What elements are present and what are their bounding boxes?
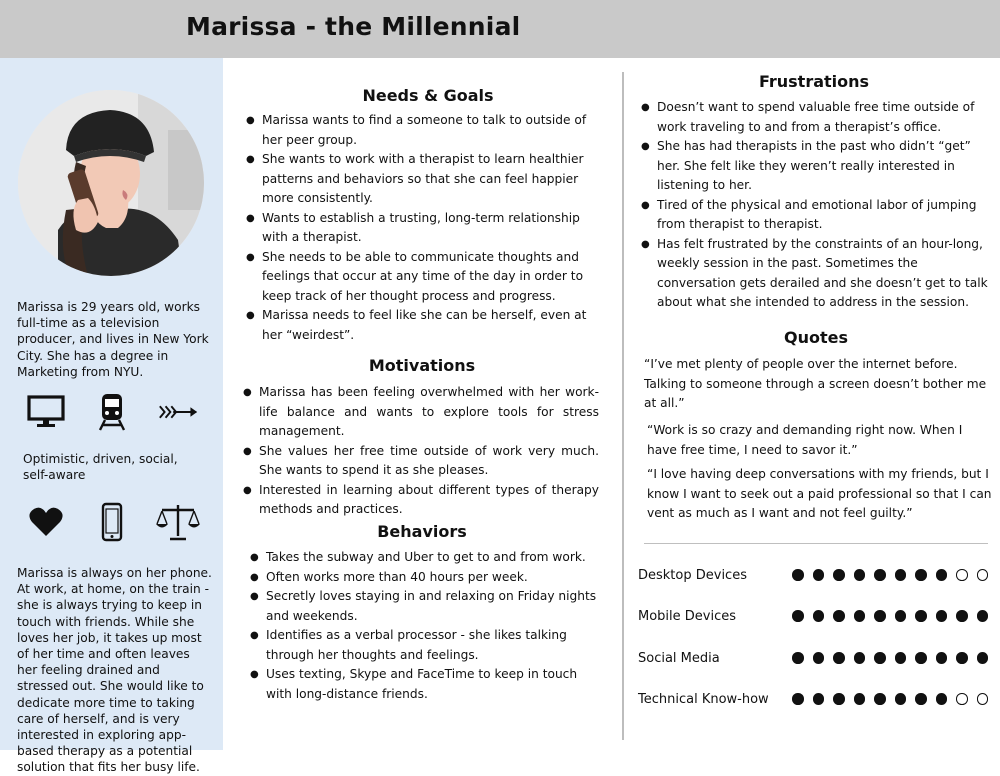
rating-dot-filled	[833, 569, 845, 581]
rating-dot-filled	[874, 652, 886, 664]
rating-row: Social Media	[638, 648, 988, 668]
needs-goals-list: Marissa wants to find a someone to talk …	[246, 111, 596, 345]
behaviors-heading: Behaviors	[377, 522, 467, 541]
persona-bio: Marissa is 29 years old, works full-time…	[17, 300, 209, 379]
rating-dot-filled	[874, 610, 886, 622]
rating-dot-filled	[915, 569, 927, 581]
quote-item: “I love having deep conversations with m…	[647, 467, 992, 520]
ratings-divider	[644, 543, 988, 544]
rating-row: Technical Know-how	[638, 689, 988, 709]
persona-traits: Optimistic, driven, social, self-aware	[23, 452, 178, 483]
rating-dot-empty	[956, 569, 968, 581]
rating-dot-filled	[935, 652, 947, 664]
rating-dot-filled	[812, 610, 824, 622]
rating-dots	[783, 652, 988, 664]
rating-dot-filled	[915, 610, 927, 622]
rating-label: Technical Know-how	[638, 691, 769, 707]
list-item: Identifies as a verbal processor - she l…	[250, 626, 598, 665]
rating-dot-filled	[792, 693, 804, 705]
arrow-icon	[156, 392, 200, 432]
rating-dot-filled	[853, 652, 865, 664]
list-item: Marissa has been feeling overwhelmed wit…	[243, 383, 599, 442]
rating-dot-filled	[812, 652, 824, 664]
icon-row-values	[24, 502, 200, 542]
list-item: Uses texting, Skype and FaceTime to keep…	[250, 665, 598, 704]
rating-dot-empty	[976, 569, 988, 581]
rating-dot-filled	[976, 652, 988, 664]
rating-dot-filled	[894, 569, 906, 581]
list-item: Interested in learning about different t…	[243, 481, 599, 520]
motivations-heading: Motivations	[368, 356, 476, 375]
smartphone-icon	[90, 502, 134, 542]
list-item: She needs to be able to communicate thou…	[246, 248, 596, 307]
rating-dot-filled	[894, 610, 906, 622]
rating-dot-filled	[935, 569, 947, 581]
rating-dot-filled	[833, 693, 845, 705]
list-item: Secretly loves staying in and relaxing o…	[250, 587, 598, 626]
rating-dot-filled	[915, 693, 927, 705]
list-item: She values her free time outside of work…	[243, 442, 599, 481]
heart-icon	[24, 502, 68, 542]
rating-dot-filled	[976, 610, 988, 622]
rating-dot-filled	[874, 693, 886, 705]
rating-dot-filled	[894, 693, 906, 705]
rating-dot-filled	[853, 693, 865, 705]
sidebar: Marissa is 29 years old, works full-time…	[0, 58, 223, 774]
rating-dot-filled	[792, 652, 804, 664]
quote-item: “I’ve met plenty of people over the inte…	[644, 357, 987, 410]
rating-dot-filled	[792, 610, 804, 622]
list-item: Marissa wants to find a someone to talk …	[246, 111, 596, 150]
motivations-list: Marissa has been feeling overwhelmed wit…	[243, 383, 599, 520]
rating-dot-filled	[853, 569, 865, 581]
persona-illustration	[18, 90, 204, 276]
list-item: Doesn’t want to spend valuable free time…	[641, 98, 989, 137]
list-item: She wants to work with a therapist to le…	[246, 150, 596, 209]
rating-dot-filled	[833, 610, 845, 622]
rating-row: Mobile Devices	[638, 606, 988, 626]
rating-label: Mobile Devices	[638, 608, 737, 624]
rating-label: Desktop Devices	[638, 567, 747, 583]
scales-icon	[156, 502, 200, 542]
rating-row: Desktop Devices	[638, 565, 988, 585]
rating-dot-empty	[976, 693, 988, 705]
rating-dot-filled	[915, 652, 927, 664]
list-item: Has felt frustrated by the constraints o…	[641, 235, 989, 313]
rating-dot-filled	[956, 610, 968, 622]
list-item: Takes the subway and Uber to get to and …	[250, 548, 598, 568]
rating-dot-filled	[956, 652, 968, 664]
rating-dot-filled	[853, 610, 865, 622]
rating-dot-filled	[833, 652, 845, 664]
list-item: Often works more than 40 hours per week.	[250, 568, 598, 588]
persona-story: Marissa is always on her phone. At work,…	[17, 566, 212, 775]
behaviors-list: Takes the subway and Uber to get to and …	[250, 548, 598, 704]
rating-dot-filled	[935, 693, 947, 705]
rating-dot-filled	[935, 610, 947, 622]
list-item: She has had therapists in the past who d…	[641, 137, 989, 196]
rating-dot-filled	[812, 569, 824, 581]
list-item: Wants to establish a trusting, long-term…	[246, 209, 596, 248]
rating-dot-filled	[874, 569, 886, 581]
quotes-heading: Quotes	[783, 328, 848, 347]
list-item: Tired of the physical and emotional labo…	[641, 196, 989, 235]
rating-dot-filled	[894, 652, 906, 664]
rating-label: Social Media	[638, 650, 720, 666]
rating-dot-filled	[812, 693, 824, 705]
rating-dot-filled	[792, 569, 804, 581]
persona-photo	[18, 90, 204, 276]
rating-dots	[783, 610, 988, 622]
needs-goals-heading: Needs & Goals	[362, 86, 494, 105]
frustrations-list: Doesn’t want to spend valuable free time…	[641, 98, 989, 313]
header-bar: Marissa - the Millennial	[0, 0, 1000, 58]
page-title: Marissa - the Millennial	[186, 12, 521, 41]
frustrations-heading: Frustrations	[758, 72, 870, 91]
monitor-icon	[24, 392, 68, 432]
rating-dot-empty	[956, 693, 968, 705]
quote-item: “Work is so crazy and demanding right no…	[647, 423, 963, 457]
rating-dots	[783, 693, 988, 705]
rating-dots	[783, 569, 988, 581]
icon-row-devices	[24, 392, 200, 432]
train-icon	[90, 392, 134, 432]
column-divider	[622, 72, 624, 740]
list-item: Marissa needs to feel like she can be he…	[246, 306, 596, 345]
